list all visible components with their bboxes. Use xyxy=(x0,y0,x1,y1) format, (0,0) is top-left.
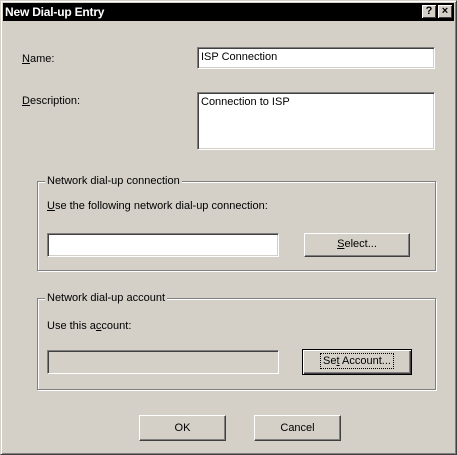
connection-instruction-text: se the following network dial-up connect… xyxy=(54,200,268,212)
account-group-title: Network dial-up account xyxy=(45,291,168,305)
description-label-mnemonic: D xyxy=(22,95,30,107)
connection-instruction: Use the following network dial-up connec… xyxy=(47,199,268,213)
name-input[interactable]: ISP Connection xyxy=(197,47,435,69)
description-label-text: escription: xyxy=(29,95,81,107)
new-dialup-entry-dialog: New Dial-up Entry ? × Name: ISP Connecti… xyxy=(0,0,457,455)
account-input xyxy=(47,350,279,374)
select-button[interactable]: Select... xyxy=(304,233,410,257)
set-account-button[interactable]: Set Account... xyxy=(302,349,412,375)
cancel-button[interactable]: Cancel xyxy=(254,415,341,441)
connection-group: Network dial-up connection xyxy=(37,174,436,271)
connection-instruction-mnemonic: U xyxy=(47,200,55,212)
set-account-focus-rect: Set Account... xyxy=(320,353,394,369)
description-input[interactable]: Connection to ISP xyxy=(197,92,435,150)
title-bar[interactable]: New Dial-up Entry ? × xyxy=(3,3,454,21)
description-label: Description: xyxy=(22,94,80,108)
account-instruction-text-after: count: xyxy=(101,320,132,332)
name-label-mnemonic: N xyxy=(22,53,30,65)
close-icon[interactable]: × xyxy=(438,5,452,18)
connection-input[interactable] xyxy=(47,233,279,257)
set-account-label-before: Se xyxy=(323,355,337,367)
set-account-label-after: Account... xyxy=(339,355,391,367)
account-instruction-text-before: Use this a xyxy=(47,320,96,332)
connection-group-title: Network dial-up connection xyxy=(45,174,182,188)
name-label: Name: xyxy=(22,52,54,66)
ok-button[interactable]: OK xyxy=(139,415,226,441)
window-title: New Dial-up Entry xyxy=(5,5,105,19)
account-instruction: Use this account: xyxy=(47,319,131,333)
account-group: Network dial-up account xyxy=(37,291,436,390)
select-button-label: elect... xyxy=(344,238,377,250)
name-label-text: ame: xyxy=(29,53,55,65)
help-icon[interactable]: ? xyxy=(422,5,436,18)
